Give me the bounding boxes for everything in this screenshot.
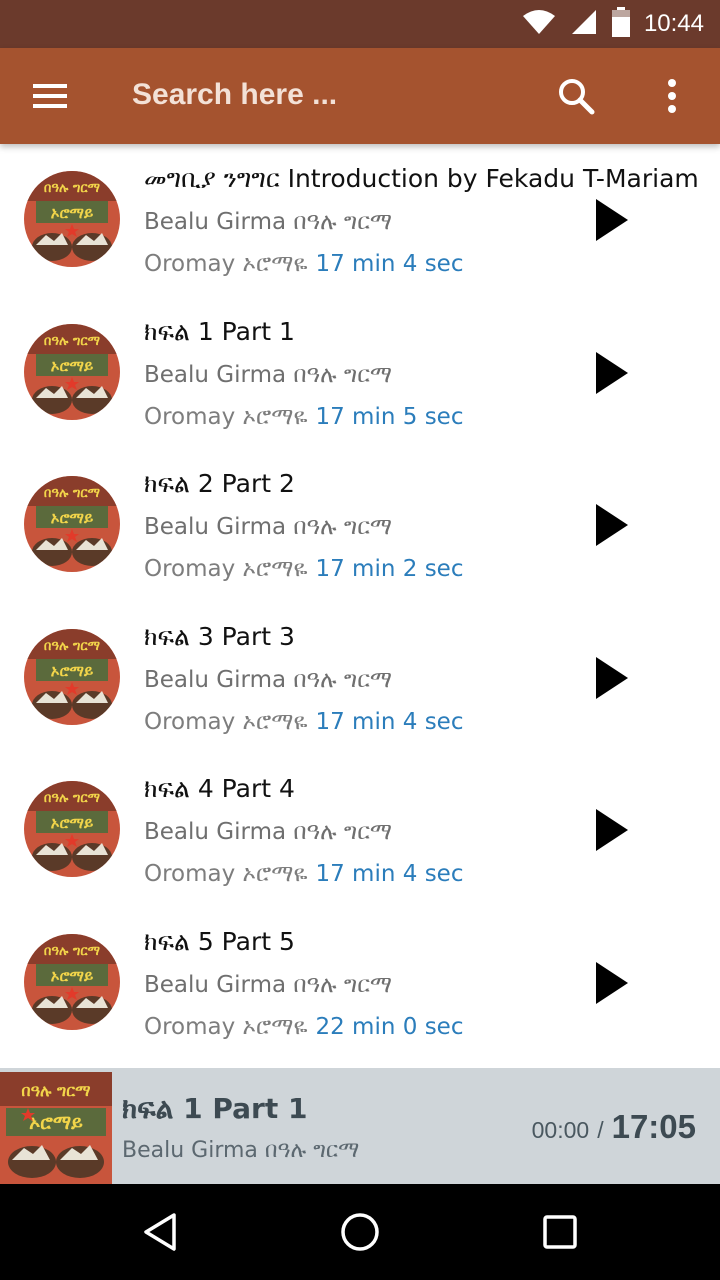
track-album: Oromay ኦሮማዬ bbox=[144, 1014, 308, 1040]
now-playing-bar[interactable]: በዓሉ ግርማ ኦሮማይ ክፍል 1 Part 1 Bealu Girma በዓ… bbox=[0, 1068, 720, 1184]
album-art-thumbnail: በዓሉ ግርማ ኦሮማይ bbox=[24, 476, 120, 573]
play-button[interactable] bbox=[588, 652, 636, 704]
play-icon bbox=[596, 504, 628, 547]
cover-title-text: ኦሮማይ bbox=[51, 357, 93, 375]
track-row[interactable]: በዓሉ ግርማ ኦሮማይ ክፍል 4 Part 4 Bealu Girma በዓ… bbox=[0, 754, 720, 906]
menu-button[interactable] bbox=[22, 72, 78, 120]
track-album: Oromay ኦሮማዬ bbox=[144, 403, 308, 430]
track-title: ክፍል 4 Part 4 bbox=[144, 774, 295, 804]
cover-title-text: ኦሮማይ bbox=[51, 967, 93, 985]
album-art-thumbnail: በዓሉ ግርማ ኦሮማይ bbox=[24, 781, 120, 878]
play-icon bbox=[596, 656, 628, 699]
play-icon bbox=[596, 351, 628, 394]
play-icon bbox=[596, 962, 628, 1004]
system-nav-bar bbox=[0, 1184, 720, 1280]
track-title: ክፍል 2 Part 2 bbox=[144, 469, 295, 499]
track-duration: 17 min 5 sec bbox=[315, 403, 464, 430]
cover-title-text: ኦሮማይ bbox=[51, 662, 93, 680]
track-title: ክፍል 1 Part 1 bbox=[144, 316, 295, 346]
track-artist: Bealu Girma በዓሉ ግርማ bbox=[144, 209, 393, 235]
search-field[interactable]: Search here ... bbox=[132, 78, 337, 112]
play-button[interactable] bbox=[588, 347, 636, 399]
track-album: Oromay ኦሮማዬ bbox=[144, 251, 308, 277]
play-button[interactable] bbox=[588, 499, 636, 551]
track-artist: Bealu Girma በዓሉ ግርማ bbox=[144, 361, 393, 388]
play-button[interactable] bbox=[588, 957, 636, 1009]
track-row[interactable]: በዓሉ ግርማ ኦሮማይ ክፍል 1 Part 1 Bealu Girma በዓ… bbox=[0, 297, 720, 449]
home-button[interactable] bbox=[336, 1208, 384, 1256]
track-duration: 17 min 4 sec bbox=[315, 708, 464, 735]
album-art-thumbnail: በዓሉ ግርማ ኦሮማይ bbox=[24, 171, 120, 267]
cover-top-text: በዓሉ ግርማ bbox=[44, 944, 101, 959]
now-playing-artist: Bealu Girma በዓሉ ግርማ bbox=[122, 1138, 360, 1163]
track-row[interactable]: በዓሉ ግርማ ኦሮማይ ክፍል 5 Part 5 Bealu Girma በዓ… bbox=[0, 907, 720, 1059]
battery-icon bbox=[611, 7, 630, 41]
recents-button[interactable] bbox=[536, 1208, 584, 1256]
track-album: Oromay ኦሮማዬ bbox=[144, 708, 308, 735]
total-time: 17:05 bbox=[611, 1108, 696, 1145]
track-meta: Oromay ኦሮማዬ 22 min 0 sec bbox=[144, 1014, 463, 1040]
cover-top-text: በዓሉ ግርማ bbox=[44, 486, 101, 501]
track-artist: Bealu Girma በዓሉ ግርማ bbox=[144, 819, 393, 846]
track-artist: Bealu Girma በዓሉ ግርማ bbox=[144, 972, 393, 998]
track-duration: 17 min 2 sec bbox=[315, 556, 464, 583]
track-album: Oromay ኦሮማዬ bbox=[144, 861, 308, 888]
current-time: 00:00 bbox=[531, 1117, 590, 1143]
play-icon bbox=[596, 199, 628, 241]
track-row[interactable]: በዓሉ ግርማ ኦሮማይ መግቢያ ንግግር Introduction by F… bbox=[0, 144, 720, 296]
cover-title-text: ኦሮማይ bbox=[51, 204, 93, 222]
album-art-thumbnail: በዓሉ ግርማ ኦሮማይ bbox=[24, 628, 120, 725]
home-icon bbox=[341, 1213, 379, 1251]
more-vert-icon bbox=[668, 79, 676, 113]
search-button[interactable] bbox=[548, 72, 604, 120]
recents-icon bbox=[543, 1215, 577, 1249]
cover-title-text: ኦሮማይ bbox=[29, 1112, 83, 1134]
overflow-menu-button[interactable] bbox=[648, 72, 696, 120]
cover-title-text: ኦሮማይ bbox=[51, 814, 93, 832]
time-separator: / bbox=[597, 1117, 604, 1143]
album-art-thumbnail: በዓሉ ግርማ ኦሮማይ bbox=[24, 323, 120, 420]
status-bar: 10:44 bbox=[0, 0, 720, 48]
track-list: በዓሉ ግርማ ኦሮማይ መግቢያ ንግግር Introduction by F… bbox=[0, 144, 720, 1068]
track-meta: Oromay ኦሮማዬ 17 min 4 sec bbox=[144, 861, 463, 887]
track-title: መግቢያ ንግግር Introduction by Fekadu T-Maria… bbox=[144, 164, 699, 193]
cell-signal-icon bbox=[570, 8, 598, 40]
album-art-thumbnail: በዓሉ ግርማ ኦሮማይ bbox=[24, 934, 120, 1030]
track-meta: Oromay ኦሮማዬ 17 min 2 sec bbox=[144, 556, 463, 582]
track-meta: Oromay ኦሮማዬ 17 min 4 sec bbox=[144, 251, 463, 277]
track-duration: 22 min 0 sec bbox=[315, 1014, 464, 1040]
play-button[interactable] bbox=[588, 194, 636, 246]
now-playing-album-art: በዓሉ ግርማ ኦሮማይ bbox=[0, 1072, 112, 1184]
status-icons: 10:44 bbox=[522, 0, 704, 48]
track-artist: Bealu Girma በዓሉ ግርማ bbox=[144, 514, 393, 541]
track-title: ክፍል 3 Part 3 bbox=[144, 621, 295, 651]
play-button[interactable] bbox=[588, 804, 636, 856]
track-duration: 17 min 4 sec bbox=[315, 251, 464, 277]
back-button[interactable] bbox=[136, 1208, 184, 1256]
now-playing-time: 00:00 / 17:05 bbox=[532, 1108, 696, 1146]
track-meta: Oromay ኦሮማዬ 17 min 4 sec bbox=[144, 709, 463, 735]
cover-top-text: በዓሉ ግርማ bbox=[44, 791, 101, 806]
track-title: ክፍል 5 Part 5 bbox=[144, 927, 295, 956]
track-album: Oromay ኦሮማዬ bbox=[144, 556, 308, 583]
track-row[interactable]: በዓሉ ግርማ ኦሮማይ ክፍል 2 Part 2 Bealu Girma በዓ… bbox=[0, 449, 720, 601]
track-row[interactable]: በዓሉ ግርማ ኦሮማይ ክፍል 3 Part 3 Bealu Girma በዓ… bbox=[0, 602, 720, 754]
status-clock: 10:44 bbox=[643, 10, 704, 37]
menu-icon bbox=[33, 84, 67, 108]
back-icon bbox=[144, 1213, 176, 1251]
app-bar: Search here ... bbox=[0, 48, 720, 144]
now-playing-title: ክፍል 1 Part 1 bbox=[122, 1092, 308, 1125]
track-meta: Oromay ኦሮማዬ 17 min 5 sec bbox=[144, 404, 463, 430]
play-icon bbox=[596, 809, 628, 852]
cover-top-text: በዓሉ ግርማ bbox=[44, 639, 101, 654]
cover-top-text: በዓሉ ግርማ bbox=[44, 334, 101, 349]
track-duration: 17 min 4 sec bbox=[315, 861, 464, 888]
search-icon bbox=[559, 79, 595, 115]
track-artist: Bealu Girma በዓሉ ግርማ bbox=[144, 666, 393, 693]
cover-title-text: ኦሮማይ bbox=[51, 509, 93, 527]
cover-top-text: በዓሉ ግርማ bbox=[44, 181, 101, 196]
wifi-icon bbox=[522, 9, 556, 39]
cover-top-text: በዓሉ ግርማ bbox=[21, 1081, 90, 1100]
